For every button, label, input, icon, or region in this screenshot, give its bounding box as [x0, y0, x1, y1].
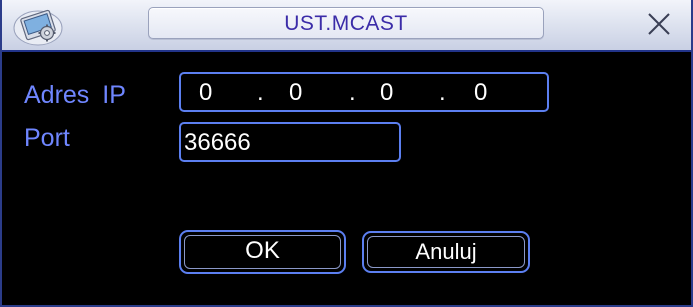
title-box: UST.MCAST: [148, 7, 544, 39]
ip-address-label: Adres IP: [24, 81, 126, 109]
port-field[interactable]: 36666: [179, 122, 401, 162]
ok-button[interactable]: OK: [179, 230, 346, 274]
dialog-body: Adres IP 0 . 0 . 0 . 0 Port 36666 OK Anu…: [2, 52, 691, 305]
settings-gear-icon: [12, 4, 64, 46]
ip-separator: .: [439, 79, 446, 106]
ip-separator: .: [257, 79, 264, 106]
ip-octet-2[interactable]: 0: [289, 79, 302, 107]
cancel-button-label: Anuluj: [415, 239, 477, 264]
multicast-settings-dialog: UST.MCAST Adres IP 0 . 0 . 0 . 0 Port 36…: [0, 0, 693, 307]
ip-address-field[interactable]: 0 . 0 . 0 . 0: [179, 72, 549, 112]
dialog-title: UST.MCAST: [284, 12, 408, 35]
port-label: Port: [24, 124, 70, 152]
ok-button-label: OK: [245, 237, 280, 264]
port-value[interactable]: 36666: [184, 129, 251, 157]
ip-separator: .: [349, 79, 356, 106]
title-bar: UST.MCAST: [2, 0, 691, 52]
ip-octet-3[interactable]: 0: [380, 79, 393, 107]
cancel-button[interactable]: Anuluj: [362, 231, 530, 273]
ip-octet-4[interactable]: 0: [474, 79, 487, 107]
ip-octet-1[interactable]: 0: [199, 79, 212, 107]
close-icon[interactable]: [644, 9, 674, 39]
